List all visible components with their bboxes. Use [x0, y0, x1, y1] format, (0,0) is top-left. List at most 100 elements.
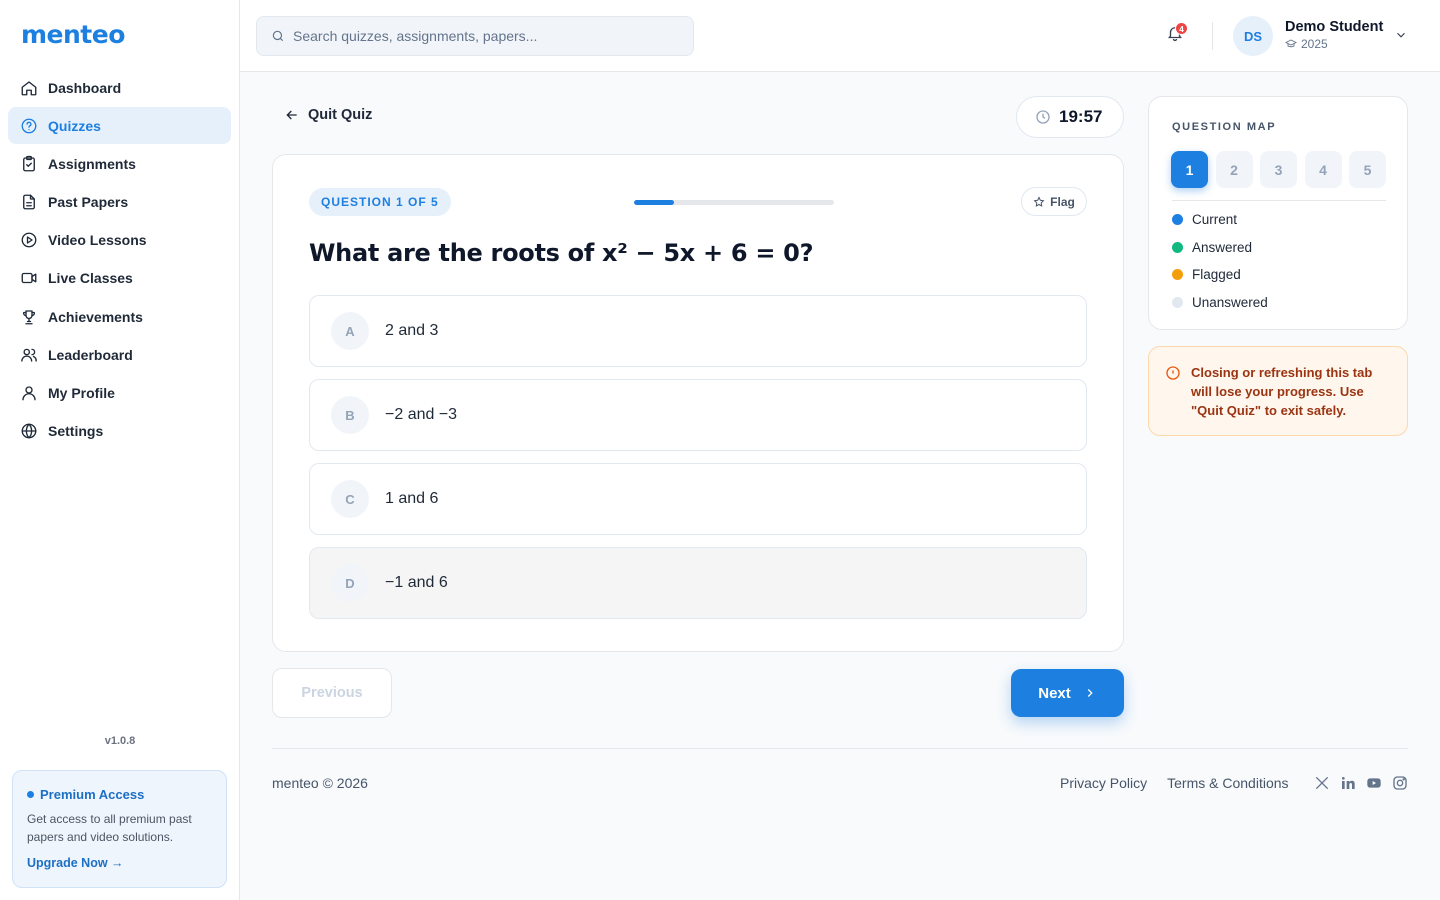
help-circle-icon [20, 117, 38, 135]
header-divider [1212, 22, 1213, 50]
legend-label: Answered [1192, 239, 1253, 255]
globe-icon [20, 422, 38, 440]
question-map-numbers: 1 2 3 4 5 [1171, 151, 1394, 188]
legend-item: Flagged [1172, 261, 1268, 289]
answer-options: A 2 and 3 B −2 and −3 C 1 and 6 D −1 and… [309, 295, 1087, 631]
linkedin-icon[interactable] [1339, 774, 1357, 792]
sidebar-item-label: Quizzes [48, 117, 101, 134]
search-bar[interactable] [256, 16, 694, 56]
question-map-item[interactable]: 4 [1304, 151, 1342, 188]
option-text: −2 and −3 [385, 406, 458, 423]
top-header: 4 DS Demo Student 2025 [240, 0, 1440, 72]
user-year: 2025 [1285, 37, 1328, 51]
legend-dot [1172, 296, 1183, 308]
app-version: v1.0.8 [104, 735, 136, 747]
sidebar-item-settings[interactable]: Settings [8, 413, 231, 450]
sidebar: menteo Dashboard Quizzes Assignments Pas… [0, 0, 240, 900]
sidebar-item-assignments[interactable]: Assignments [8, 145, 231, 182]
warning-text: Closing or refreshing this tab will lose… [1191, 365, 1373, 418]
sidebar-item-achievements[interactable]: Achievements [8, 298, 231, 335]
legend-dot [1172, 269, 1183, 281]
legend-label: Current [1192, 212, 1238, 228]
terms-link[interactable]: Terms & Conditions [1167, 775, 1288, 791]
user-menu-toggle[interactable] [1394, 28, 1408, 42]
home-icon [20, 79, 38, 97]
trophy-icon [20, 308, 38, 326]
user-name: Demo Student [1285, 19, 1384, 35]
app-logo[interactable]: menteo [21, 20, 125, 49]
question-map: QUESTION MAP 1 2 3 4 5 Current Answered … [1148, 96, 1408, 330]
sidebar-item-dashboard[interactable]: Dashboard [8, 69, 231, 106]
clock-icon [1036, 110, 1050, 124]
sidebar-item-label: Assignments [48, 155, 136, 172]
alert-circle-icon [1166, 366, 1180, 380]
flag-label: Flag [1050, 194, 1075, 209]
option-letter: A [331, 312, 369, 350]
quiz-progress-fill [634, 200, 674, 205]
option-a[interactable]: A 2 and 3 [309, 295, 1087, 367]
option-letter: D [331, 564, 369, 602]
footer-copyright: menteo © 2026 [272, 775, 368, 791]
quit-quiz-button[interactable]: Quit Quiz [284, 107, 372, 123]
search-input[interactable] [293, 28, 683, 44]
quit-quiz-label: Quit Quiz [308, 107, 373, 123]
timer-value: 19:57 [1059, 107, 1103, 126]
play-circle-icon [20, 231, 38, 249]
option-d[interactable]: D −1 and 6 [309, 547, 1087, 619]
chevron-down-icon [1397, 32, 1405, 38]
sidebar-item-video-lessons[interactable]: Video Lessons [8, 222, 231, 259]
legend-item: Answered [1172, 234, 1268, 262]
flag-button[interactable]: Flag [1021, 187, 1087, 216]
sidebar-item-label: Past Papers [48, 194, 129, 211]
legend-dot [1172, 241, 1183, 253]
question-map-divider [1172, 200, 1386, 201]
question-map-item[interactable]: 1 [1171, 151, 1208, 188]
clipboard-icon [20, 155, 38, 173]
premium-dot [27, 791, 34, 798]
option-c[interactable]: C 1 and 6 [309, 463, 1087, 535]
premium-card: Premium Access Get access to all premium… [12, 770, 227, 888]
star-icon [1033, 195, 1045, 207]
option-b[interactable]: B −2 and −3 [309, 379, 1087, 451]
premium-title: Premium Access [27, 787, 212, 802]
sidebar-item-label: Settings [48, 423, 104, 440]
sidebar-item-leaderboard[interactable]: Leaderboard [8, 336, 231, 373]
sidebar-item-live-classes[interactable]: Live Classes [8, 260, 231, 297]
instagram-icon[interactable] [1391, 774, 1409, 792]
file-text-icon [20, 193, 38, 211]
footer-divider [272, 748, 1408, 749]
premium-description: Get access to all premium past papers an… [27, 812, 192, 844]
search-icon [272, 30, 284, 42]
youtube-icon[interactable] [1365, 774, 1383, 792]
avatar[interactable]: DS [1233, 16, 1273, 56]
sidebar-item-quizzes[interactable]: Quizzes [8, 107, 231, 145]
chevron-right-icon [1087, 689, 1093, 697]
option-text: 1 and 6 [385, 490, 439, 507]
quiz-progress-bar [634, 200, 834, 205]
question-map-item[interactable]: 3 [1260, 151, 1297, 188]
previous-button[interactable]: Previous [272, 668, 392, 718]
sidebar-item-past-papers[interactable]: Past Papers [8, 184, 231, 221]
sidebar-item-my-profile[interactable]: My Profile [8, 375, 231, 412]
arrow-left-icon [286, 110, 297, 120]
graduation-cap-icon [1285, 39, 1297, 48]
question-map-title: QUESTION MAP [1172, 121, 1277, 133]
question-map-item[interactable]: 5 [1349, 151, 1386, 188]
x-icon[interactable] [1313, 774, 1331, 792]
privacy-policy-link[interactable]: Privacy Policy [1060, 775, 1147, 791]
question-map-item[interactable]: 2 [1215, 151, 1253, 188]
option-letter: C [331, 480, 369, 518]
sidebar-item-label: Achievements [48, 308, 143, 325]
premium-title-text: Premium Access [40, 787, 145, 802]
upgrade-now-link[interactable]: Upgrade Now → [27, 856, 212, 870]
sidebar-item-label: Video Lessons [48, 232, 147, 249]
option-text: −1 and 6 [385, 574, 448, 591]
user-year-text: 2025 [1301, 37, 1328, 51]
progress-warning: Closing or refreshing this tab will lose… [1148, 346, 1408, 436]
question-counter-badge: QUESTION 1 OF 5 [309, 188, 451, 216]
sidebar-item-label: Dashboard [48, 79, 122, 96]
notifications-button[interactable]: 4 [1166, 22, 1188, 46]
next-button[interactable]: Next [1011, 669, 1124, 717]
question-card: QUESTION 1 OF 5 Flag What are the roots … [272, 154, 1124, 652]
question-text: What are the roots of x² − 5x + 6 = 0? [309, 239, 814, 267]
